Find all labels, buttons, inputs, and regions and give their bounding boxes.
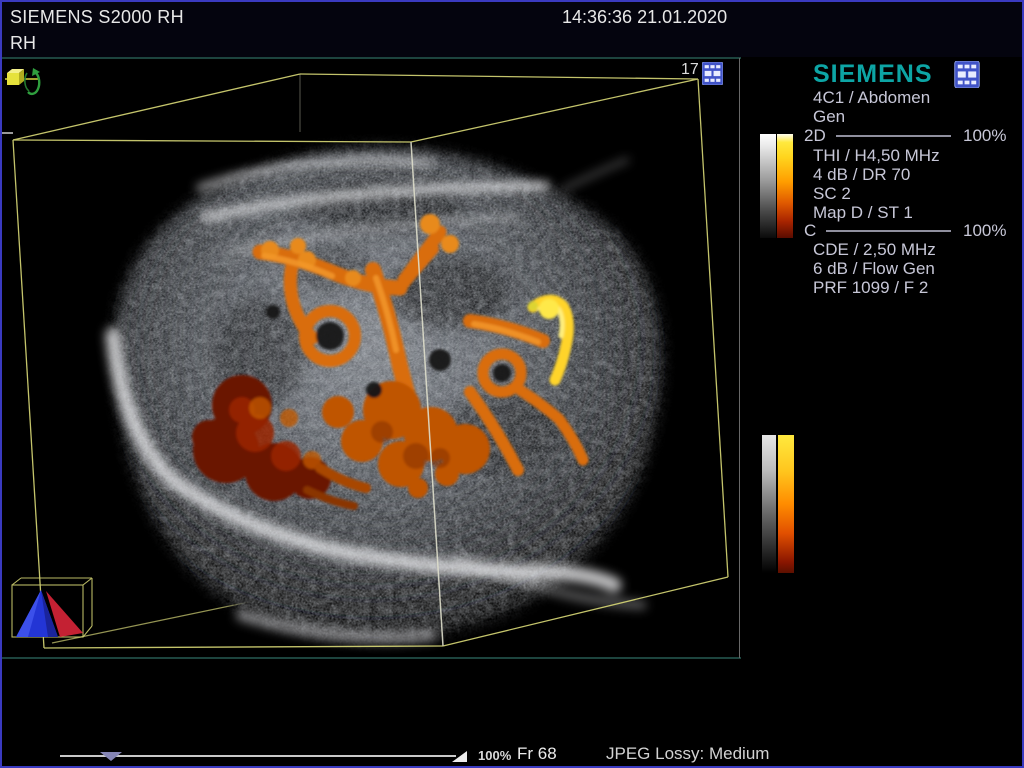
- b-mode-param-4: Map D / ST 1: [813, 203, 913, 223]
- image-area-bottom-separator: [2, 657, 741, 659]
- cine-scroll-handle[interactable]: [100, 752, 122, 761]
- color-mode-gain: 100%: [963, 221, 1006, 241]
- parameter-panel: SIEMENS 4C1 / Abdomen Gen 2D 100% THI / …: [741, 57, 1022, 766]
- system-title: SIEMENS S2000 RH: [10, 7, 184, 28]
- cine-clip-icon[interactable]: [702, 62, 723, 85]
- patient-id: RH: [10, 33, 36, 54]
- render-grayscale-bar: [762, 435, 776, 573]
- frame-counter: 17: [681, 61, 699, 79]
- compression-status: JPEG Lossy: Medium: [606, 744, 769, 764]
- b-mode-label: 2D: [804, 126, 826, 146]
- transducer-preset: 4C1 / Abdomen: [813, 88, 930, 108]
- cine-review-icon[interactable]: [954, 61, 980, 88]
- siemens-logo: SIEMENS: [813, 60, 933, 89]
- exam-type: Gen: [813, 107, 845, 127]
- cine-scroll-end-marker: [452, 751, 467, 762]
- b-mode-rule: [836, 135, 951, 137]
- b-mode-grayscale-bar: [760, 134, 776, 238]
- b-mode-gain: 100%: [963, 126, 1006, 146]
- render-colormap-bar: [778, 435, 794, 573]
- b-mode-param-1: THI / H4,50 MHz: [813, 146, 940, 166]
- header-bar: SIEMENS S2000 RH 14:36:36 21.01.2020 RH: [2, 2, 1022, 57]
- frame-number: Fr 68: [517, 744, 557, 764]
- film-strip-icon: [954, 61, 980, 88]
- zoom-level: 100%: [478, 748, 511, 763]
- image-area-right-border: [739, 58, 740, 658]
- color-mode-param-2: 6 dB / Flow Gen: [813, 259, 935, 279]
- ultrasound-screen: SIEMENS S2000 RH 14:36:36 21.01.2020 RH: [0, 0, 1024, 768]
- color-mode-rule: [826, 230, 951, 232]
- depth-scale-tick: [2, 132, 13, 134]
- b-mode-colormap-bar: [777, 134, 793, 238]
- color-mode-label: C: [804, 221, 816, 241]
- b-mode-param-3: SC 2: [813, 184, 851, 204]
- ultrasound-image-viewport: [2, 60, 741, 657]
- color-mode-param-1: CDE / 2,50 MHz: [813, 240, 936, 260]
- film-strip-icon: [702, 62, 723, 85]
- b-mode-param-2: 4 dB / DR 70: [813, 165, 910, 185]
- image-area-top-separator: [2, 57, 741, 59]
- color-mode-param-3: PRF 1099 / F 2: [813, 278, 928, 298]
- datetime: 14:36:36 21.01.2020: [562, 7, 727, 28]
